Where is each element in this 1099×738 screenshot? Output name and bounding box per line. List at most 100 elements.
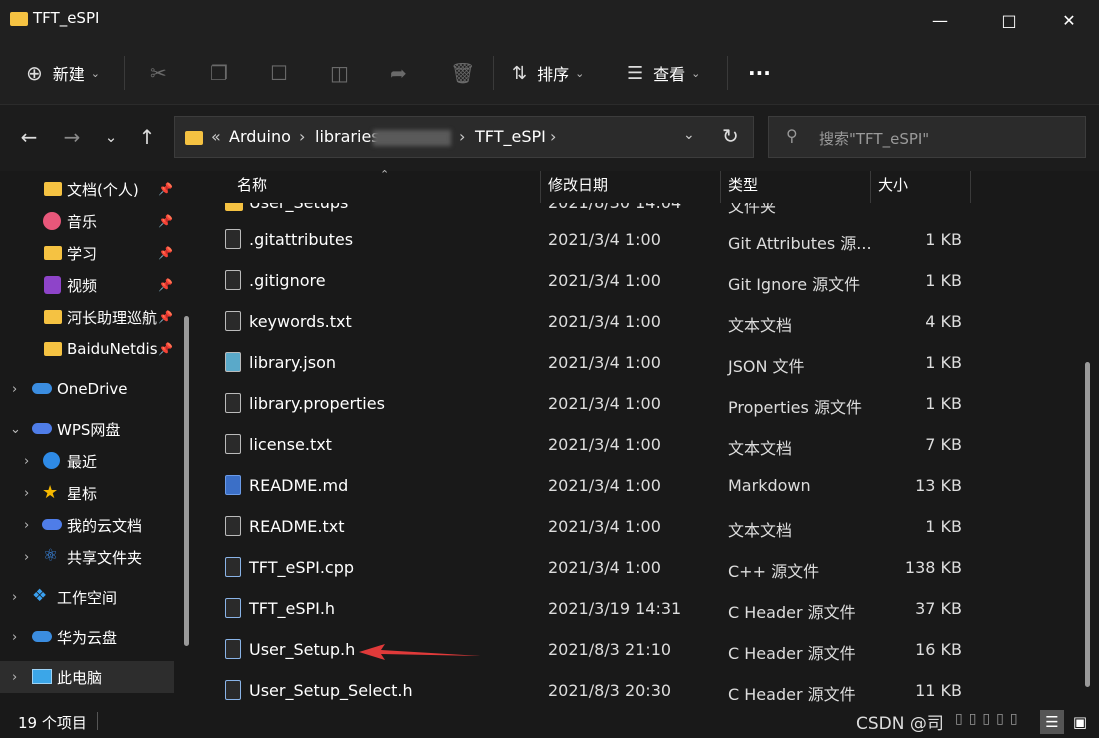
sidebar-item-river-patrol[interactable]: 河长助理巡航 📌 <box>0 301 180 333</box>
forward-button[interactable]: → <box>57 122 87 152</box>
chevron-down-icon[interactable]: ⌄ <box>10 422 21 437</box>
sidebar-item-label: 此电脑 <box>57 668 103 687</box>
chevron-right-icon[interactable]: › <box>12 590 17 605</box>
sidebar-item-huawei-cloud[interactable]: › 华为云盘 <box>0 621 180 653</box>
sidebar-item-label: BaiduNetdis <box>67 340 158 358</box>
file-row-license-txt[interactable]: license.txt 2021/3/4 1:00 文本文档 7 KB <box>222 425 982 466</box>
column-divider[interactable] <box>540 171 541 203</box>
column-header-size[interactable]: 大小 <box>878 174 908 195</box>
breadcrumb-arduino[interactable]: Arduino <box>229 127 291 146</box>
pin-icon[interactable]: 📌 <box>158 278 173 292</box>
sidebar-item-shared-folder[interactable]: › ⚛ 共享文件夹 <box>0 541 180 573</box>
cut-button[interactable]: ✂ <box>150 56 167 90</box>
chevron-right-icon[interactable]: › <box>24 518 29 533</box>
more-button[interactable]: ··· <box>748 56 771 90</box>
sidebar-item-documents[interactable]: 文档(个人) 📌 <box>0 173 180 205</box>
maximize-button[interactable]: □ <box>986 0 1032 40</box>
column-header-date[interactable]: 修改日期 <box>548 174 608 195</box>
pin-icon[interactable]: 📌 <box>158 246 173 260</box>
sidebar-scrollbar[interactable] <box>184 316 189 646</box>
back-button[interactable]: ← <box>14 122 44 152</box>
share-button[interactable]: ➦ <box>390 56 407 90</box>
refresh-icon[interactable]: ↻ <box>722 124 739 148</box>
chevron-right-icon[interactable]: › <box>12 670 17 685</box>
chevron-right-icon[interactable]: › <box>12 382 17 397</box>
chevron-right-icon[interactable]: › <box>24 550 29 565</box>
column-header-name[interactable]: 名称 <box>237 174 267 195</box>
file-row-gitattributes[interactable]: .gitattributes 2021/3/4 1:00 Git Attribu… <box>222 220 982 261</box>
file-row-tft-espi-cpp[interactable]: TFT_eSPI.cpp 2021/3/4 1:00 C++ 源文件 138 K… <box>222 548 982 589</box>
file-row-gitignore[interactable]: .gitignore 2021/3/4 1:00 Git Ignore 源文件 … <box>222 261 982 302</box>
up-button[interactable]: ↑ <box>132 122 162 152</box>
sidebar-item-wps-drive[interactable]: ⌄ WPS网盘 <box>0 413 180 445</box>
item-count: 19 个项目 <box>18 714 87 732</box>
overflow-chevron-icon[interactable]: « <box>211 127 221 146</box>
chevron-right-icon[interactable]: › <box>12 630 17 645</box>
file-type: 文本文档 <box>728 439 793 458</box>
cloud-icon <box>32 423 52 434</box>
file-type: C Header 源文件 <box>728 603 856 622</box>
sidebar-item-music[interactable]: 音乐 📌 <box>0 205 180 237</box>
column-header-type[interactable]: 类型 <box>728 174 758 195</box>
sidebar-item-onedrive[interactable]: › OneDrive <box>0 373 180 405</box>
file-size: 1 KB <box>925 271 962 290</box>
file-row-library-properties[interactable]: library.properties 2021/3/4 1:00 Propert… <box>222 384 982 425</box>
details-view-icon[interactable]: ☰ <box>1040 710 1064 734</box>
file-size: 13 KB <box>915 476 962 495</box>
view-button[interactable]: ☰ 查看 ⌄ <box>627 56 700 90</box>
sidebar-item-videos[interactable]: 视频 📌 <box>0 269 180 301</box>
close-button[interactable]: ✕ <box>1046 0 1092 40</box>
new-button[interactable]: ⊕ 新建 ⌄ <box>26 56 100 90</box>
chevron-right-icon[interactable]: › <box>24 486 29 501</box>
file-list-scrollbar[interactable] <box>1085 362 1090 687</box>
file-date: 2021/3/4 1:00 <box>548 394 661 413</box>
pin-icon[interactable]: 📌 <box>158 182 173 196</box>
chevron-right-icon[interactable]: › <box>299 127 305 146</box>
pin-icon[interactable]: 📌 <box>158 310 173 324</box>
delete-button[interactable]: 🗑 <box>450 56 475 90</box>
sidebar-item-recent[interactable]: › 最近 <box>0 445 180 477</box>
file-row-readme-txt[interactable]: README.txt 2021/3/4 1:00 文本文档 1 KB <box>222 507 982 548</box>
file-row-readme-md[interactable]: README.md 2021/3/4 1:00 Markdown 13 KB <box>222 466 982 507</box>
breadcrumb-tft-espi[interactable]: TFT_eSPI <box>475 127 546 146</box>
file-row-keywords-txt[interactable]: keywords.txt 2021/3/4 1:00 文本文档 4 KB <box>222 302 982 343</box>
chevron-right-icon[interactable]: › <box>24 454 29 469</box>
file-row-tft-espi-h[interactable]: TFT_eSPI.h 2021/3/19 14:31 C Header 源文件 … <box>222 589 982 630</box>
paste-button[interactable]: ☐ <box>270 56 288 90</box>
chevron-right-icon[interactable]: › <box>459 127 465 146</box>
file-date: 2021/3/4 1:00 <box>548 230 661 249</box>
rename-icon: ◫ <box>330 61 349 85</box>
sidebar-item-study[interactable]: 学习 📌 <box>0 237 180 269</box>
gear-file-icon <box>225 270 241 290</box>
sidebar-item-baidunetdisk[interactable]: BaiduNetdis 📌 <box>0 333 180 365</box>
status-divider <box>97 712 98 730</box>
file-row-user-setup-select-h[interactable]: User_Setup_Select.h 2021/8/3 20:30 C Hea… <box>222 671 982 706</box>
sidebar-item-workspace[interactable]: › ❖ 工作空间 <box>0 581 180 613</box>
sidebar-item-this-pc[interactable]: › 此电脑 <box>0 661 174 693</box>
sidebar-item-starred[interactable]: › ★ 星标 <box>0 477 180 509</box>
recent-locations-button[interactable]: ⌄ <box>96 122 126 152</box>
large-icons-view-icon[interactable]: ▣ <box>1068 710 1092 734</box>
file-size: 138 KB <box>904 558 962 577</box>
column-divider[interactable] <box>720 171 721 203</box>
file-row-library-json[interactable]: library.json 2021/3/4 1:00 JSON 文件 1 KB <box>222 343 982 384</box>
minimize-button[interactable]: — <box>917 0 963 40</box>
pin-icon[interactable]: 📌 <box>158 342 173 356</box>
arrow-up-icon: ↑ <box>138 125 156 149</box>
sort-button[interactable]: ⇅ 排序 ⌄ <box>512 56 584 90</box>
sidebar-item-my-cloud-docs[interactable]: › 我的云文档 <box>0 509 180 541</box>
column-divider[interactable] <box>870 171 871 203</box>
copy-button[interactable]: ❐ <box>210 56 228 90</box>
text-file-icon <box>225 393 241 413</box>
pin-icon[interactable]: 📌 <box>158 214 173 228</box>
rename-button[interactable]: ◫ <box>330 56 349 90</box>
file-row-user-setup-h[interactable]: User_Setup.h 2021/8/3 21:10 C Header 源文件… <box>222 630 982 671</box>
file-name: TFT_eSPI.h <box>249 599 336 618</box>
sidebar-item-label: 视频 <box>67 276 98 295</box>
breadcrumb-libraries[interactable]: libraries <box>315 127 380 146</box>
file-type: 文件夹 <box>728 203 777 216</box>
address-dropdown-chevron-icon[interactable]: ⌄ <box>683 127 695 143</box>
file-name: README.txt <box>249 517 345 536</box>
chevron-right-icon[interactable]: › <box>550 127 556 146</box>
column-divider[interactable] <box>970 171 971 203</box>
